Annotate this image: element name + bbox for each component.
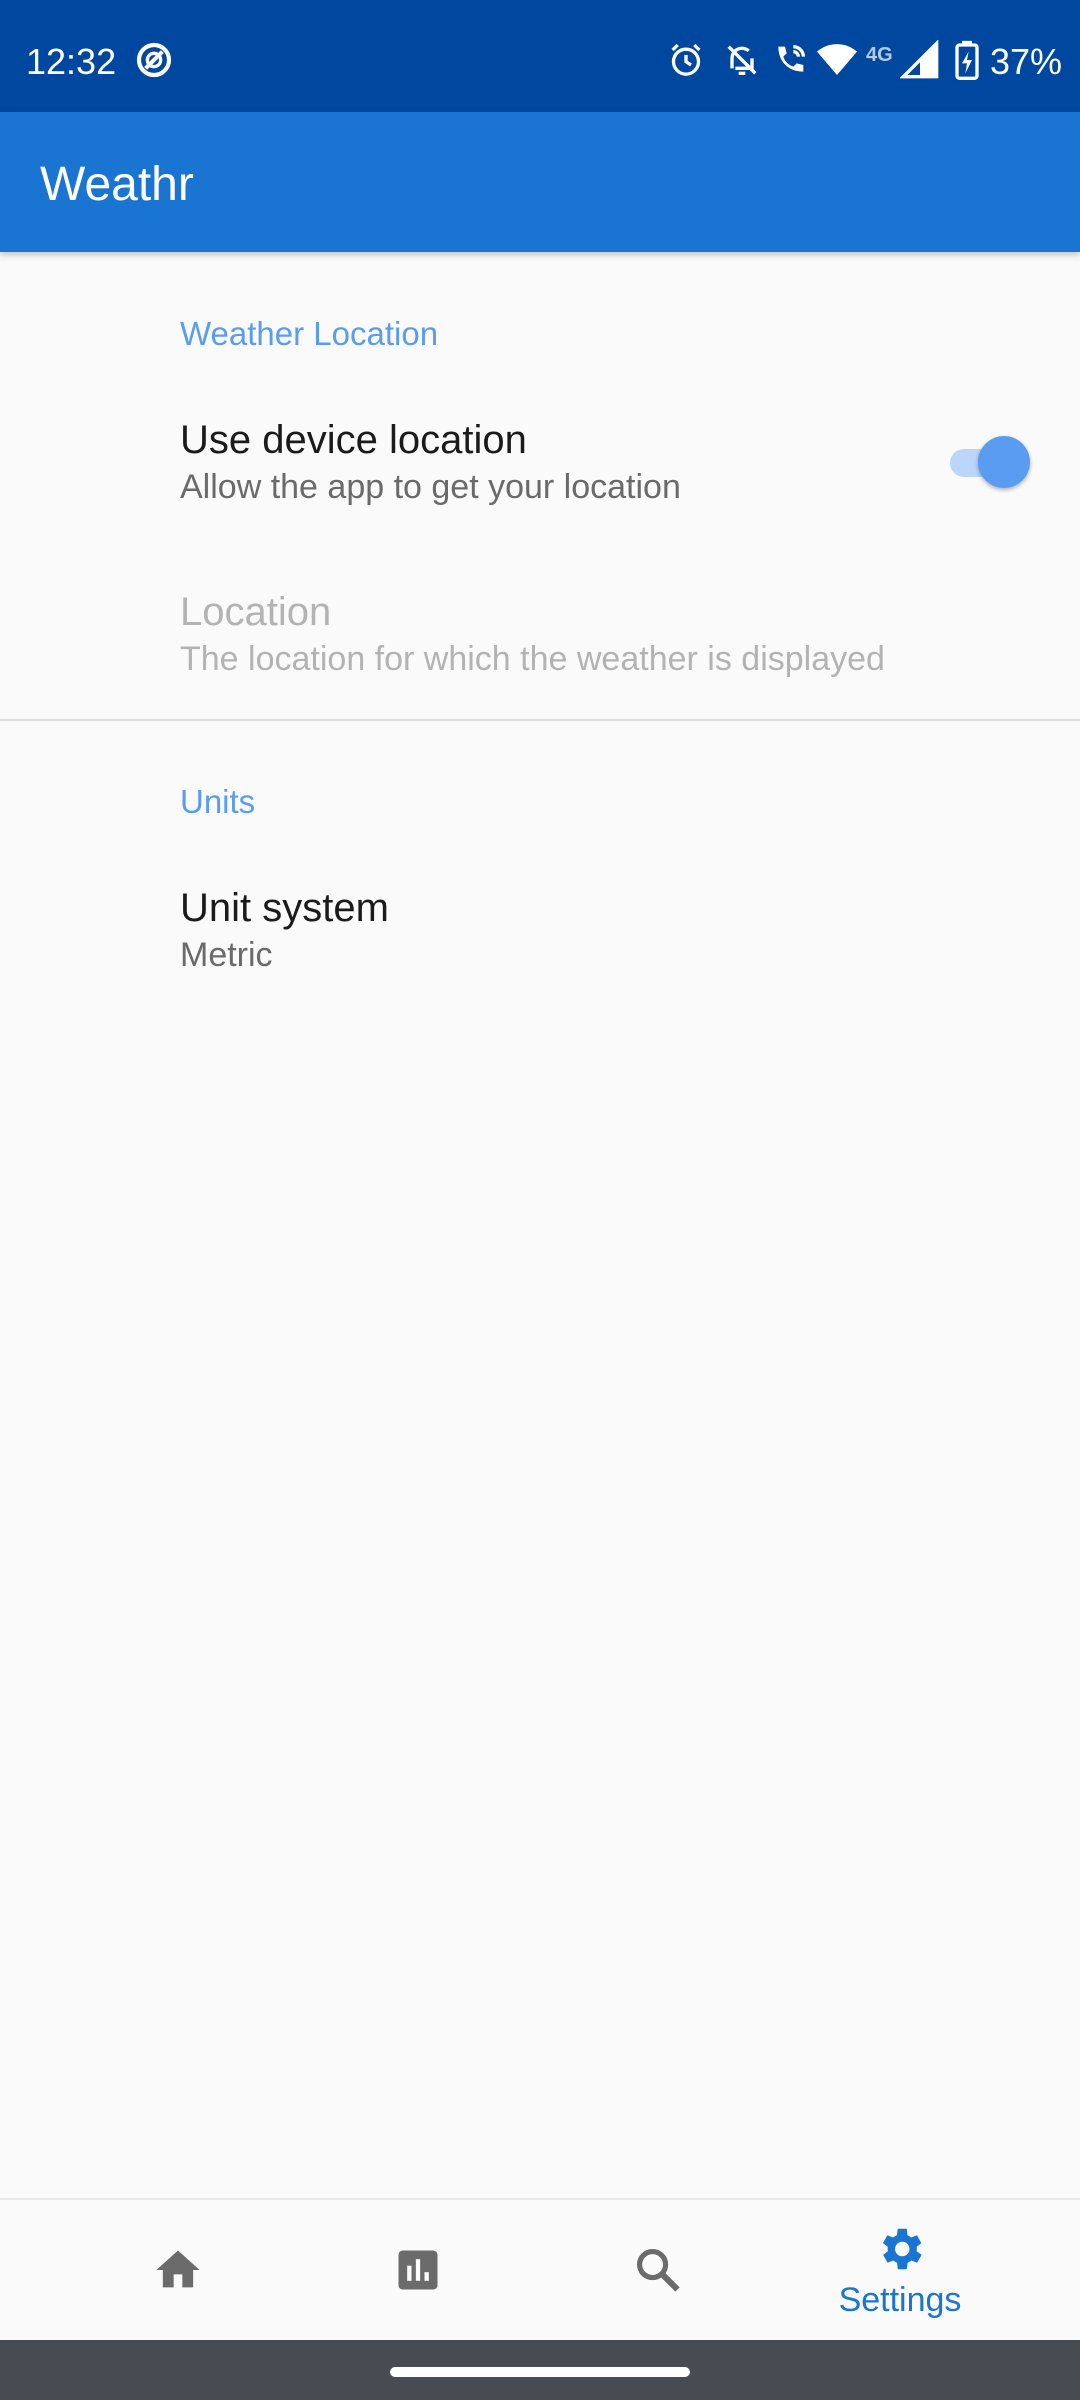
do-not-disturb-icon — [134, 40, 174, 85]
pref-summary: The location for which the weather is di… — [180, 640, 885, 678]
pref-summary: Allow the app to get your location — [180, 468, 681, 506]
nav-label-settings: Settings — [838, 2281, 962, 2319]
pref-title: Use device location — [180, 418, 527, 462]
nav-item-settings[interactable]: Settings — [780, 2200, 1020, 2340]
cell-signal-icon — [899, 39, 940, 85]
home-gesture-handle[interactable] — [390, 2367, 690, 2377]
search-icon — [632, 2244, 684, 2301]
switch-thumb — [978, 436, 1030, 488]
wifi-icon — [816, 40, 858, 85]
alarm-icon — [666, 40, 706, 85]
network-type-label: 4G — [866, 44, 893, 66]
nav-item-search[interactable] — [538, 2200, 778, 2340]
app-title: Weathr — [40, 158, 194, 211]
notifications-off-icon — [722, 40, 762, 85]
chart-icon — [392, 2244, 444, 2301]
battery-charging-icon — [954, 40, 980, 85]
wifi-calling-icon — [770, 40, 810, 85]
gear-icon — [873, 2222, 927, 2281]
home-icon — [152, 2244, 204, 2301]
section-divider — [0, 719, 1080, 721]
status-time: 12:32 — [26, 41, 117, 82]
section-header-weather-location: Weather Location — [180, 315, 439, 352]
pref-title: Location — [180, 590, 332, 634]
nav-item-charts[interactable] — [298, 2200, 538, 2340]
system-navigation-bar — [0, 2340, 1080, 2400]
section-header-units: Units — [180, 783, 256, 820]
use-device-location-switch[interactable] — [948, 436, 1032, 488]
nav-item-home[interactable] — [58, 2200, 298, 2340]
pref-summary: Metric — [180, 936, 273, 974]
pref-title: Unit system — [180, 886, 389, 930]
status-bar: 12:32 4G 37% — [0, 0, 1080, 112]
bottom-navigation: Settings — [0, 2198, 1080, 2340]
app-bar: Weathr — [0, 112, 1080, 252]
battery-percent: 37% — [990, 41, 1063, 82]
